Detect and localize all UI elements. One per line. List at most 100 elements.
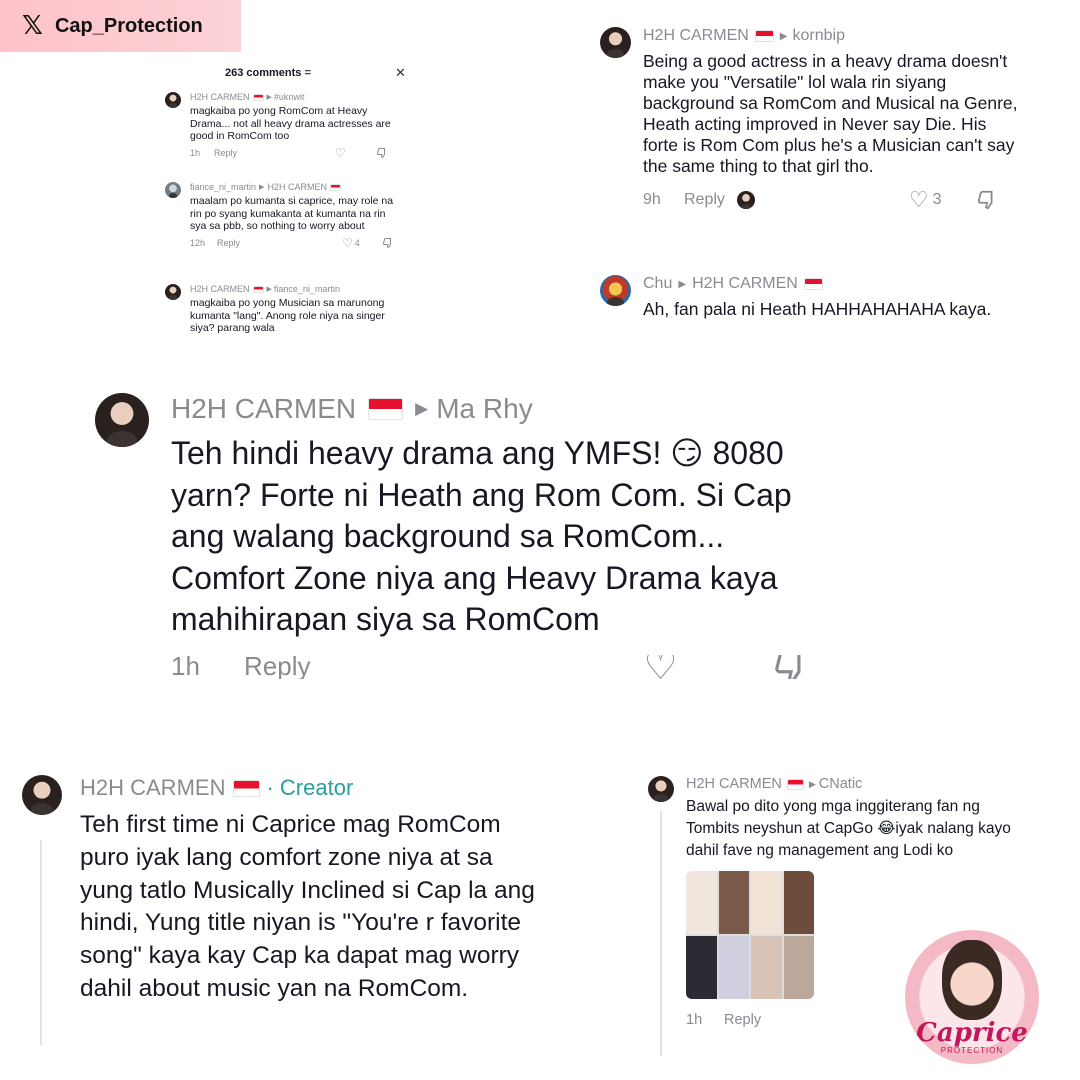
comment-text: Ah, fan pala ni Heath HAHHAHAHAHA kaya.	[643, 299, 992, 319]
username[interactable]: H2H CARMEN	[643, 27, 749, 45]
reply-to[interactable]: #uknwit	[274, 92, 305, 102]
comment: H2H CARMEN ▶ Ma Rhy Teh hindi heavy dram…	[95, 393, 840, 679]
timestamp: 1h	[686, 1012, 703, 1028]
avatar[interactable]	[600, 27, 631, 58]
creator-liked-avatar	[736, 191, 755, 209]
thread-line	[660, 811, 662, 1056]
caprice-protection-logo: Caprice PROTECTION	[905, 930, 1039, 1064]
chevron-right-icon: ▶	[266, 94, 272, 101]
logo-subtitle: PROTECTION	[940, 1046, 1004, 1055]
dislike-icon[interactable]	[376, 147, 388, 159]
reply-to[interactable]: kornbip	[793, 27, 845, 45]
avatar[interactable]	[648, 776, 674, 802]
flag-icon	[368, 398, 404, 420]
flag-icon	[252, 285, 264, 293]
chevron-right-icon: ▶	[678, 278, 687, 290]
like-count: 3	[932, 191, 942, 208]
comment-meta: 9h Reply ♡ 3	[643, 187, 1028, 213]
like-count: 4	[354, 237, 360, 248]
heart-icon[interactable]: ♡	[342, 236, 353, 250]
flag-icon	[754, 30, 774, 42]
chevron-right-icon: ▶	[808, 778, 816, 789]
comment-text: Teh first time ni Caprice mag RomCom pur…	[80, 811, 535, 1003]
reply-button[interactable]: Reply	[244, 655, 310, 679]
username[interactable]: H2H CARMEN	[80, 775, 225, 801]
comment: fiance_ni_martin ▶ H2H CARMEN maalam po …	[165, 182, 415, 250]
avatar[interactable]	[165, 92, 181, 108]
avatar[interactable]	[22, 775, 62, 815]
avatar[interactable]	[165, 182, 181, 198]
comment-text: maalam po kumanta si caprice, may role n…	[190, 195, 394, 233]
reply-to[interactable]: fiance_ni_martin	[274, 284, 340, 294]
heart-icon[interactable]: ♡	[643, 655, 677, 679]
dislike-icon[interactable]	[382, 237, 394, 249]
reply-to[interactable]: H2H CARMEN	[692, 275, 798, 293]
reply-button[interactable]: Reply	[724, 1012, 761, 1028]
reply-button[interactable]: Reply	[684, 191, 725, 209]
image-cell	[751, 936, 782, 999]
comment-header: H2H CARMEN ▶ Ma Rhy	[171, 393, 836, 425]
avatar[interactable]	[165, 284, 181, 300]
avatar[interactable]	[600, 275, 631, 306]
comment-header: H2H CARMEN ▶ #uknwit	[190, 92, 415, 102]
avatar[interactable]	[95, 393, 149, 447]
reply-button[interactable]: Reply	[214, 148, 237, 158]
comment-text: Being a good actress in a heavy drama do…	[643, 51, 1018, 176]
account-badge: 𝕏 Cap_Protection	[0, 0, 241, 52]
comment: H2H CARMEN ▶ #uknwit magkaiba po yong Ro…	[165, 92, 415, 160]
image-cell	[718, 936, 749, 999]
comment-meta: 1h Reply ♡	[171, 654, 836, 679]
comment-header: H2H CARMEN ▶ kornbip	[643, 27, 1028, 45]
timestamp: 9h	[643, 191, 661, 208]
logo-portrait	[942, 940, 1002, 1020]
comment: H2H CARMEN ▶ kornbip Being a good actres…	[600, 27, 1030, 213]
timestamp: 12h	[190, 237, 206, 248]
image-cell	[686, 936, 717, 999]
username[interactable]: fiance_ni_martin	[190, 182, 256, 192]
comment-meta: 1h Reply ♡	[190, 146, 415, 160]
panel-center-large: H2H CARMEN ▶ Ma Rhy Teh hindi heavy dram…	[88, 385, 843, 723]
image-cell	[783, 936, 814, 999]
flag-icon	[803, 278, 823, 290]
timestamp: 1h	[171, 654, 200, 679]
flag-icon	[252, 93, 264, 101]
attached-image[interactable]	[686, 871, 814, 999]
comment: H2H CARMEN ▶ fiance_ni_martin magkaiba p…	[165, 284, 415, 335]
image-cell	[718, 871, 749, 934]
flag-icon	[329, 183, 341, 191]
account-name: Cap_Protection	[54, 14, 203, 37]
comment-header: Chu ▶ H2H CARMEN	[643, 275, 1028, 293]
username[interactable]: H2H CARMEN	[171, 393, 356, 425]
panel-comments-sheet: 263 comments = ✕ H2H CARMEN ▶ #uknwit ma…	[155, 62, 417, 344]
username[interactable]: Chu	[643, 275, 672, 293]
dislike-icon[interactable]	[772, 654, 810, 679]
username[interactable]: H2H CARMEN	[190, 284, 250, 294]
comment-meta: 12h Reply ♡ 4	[190, 236, 415, 250]
flag-icon	[786, 778, 804, 790]
reply-to[interactable]: Ma Rhy	[436, 393, 532, 425]
creator-badge: · Creator	[266, 775, 354, 800]
thread-line	[40, 840, 42, 1045]
reply-button[interactable]: Reply	[217, 238, 240, 248]
image-cell	[751, 871, 782, 934]
reply-to[interactable]: H2H CARMEN	[267, 182, 327, 192]
chevron-right-icon: ▶	[415, 399, 429, 418]
reply-to[interactable]: CNatic	[819, 776, 863, 792]
close-icon[interactable]: ✕	[395, 65, 406, 81]
panel-top-right: H2H CARMEN ▶ kornbip Being a good actres…	[597, 22, 1037, 356]
image-cell	[783, 871, 814, 934]
comment-header: H2H CARMEN ▶ CNatic	[686, 776, 1016, 792]
comment-text: Teh hindi heavy drama ang YMFS! 😏 8080 y…	[171, 435, 792, 638]
comment-text: Bawal po dito yong mga inggiterang fan n…	[686, 798, 1011, 859]
comment-header: fiance_ni_martin ▶ H2H CARMEN	[190, 182, 415, 192]
x-logo-icon: 𝕏	[22, 11, 43, 41]
heart-icon[interactable]: ♡	[909, 187, 929, 213]
chevron-right-icon: ▶	[259, 184, 265, 191]
username[interactable]: H2H CARMEN	[190, 92, 250, 102]
timestamp: 1h	[190, 147, 201, 158]
flag-icon	[233, 779, 261, 797]
username[interactable]: H2H CARMEN	[686, 776, 782, 792]
comment: Chu ▶ H2H CARMEN Ah, fan pala ni Heath H…	[600, 275, 1030, 320]
heart-icon[interactable]: ♡	[335, 146, 346, 160]
dislike-icon[interactable]	[976, 189, 998, 211]
